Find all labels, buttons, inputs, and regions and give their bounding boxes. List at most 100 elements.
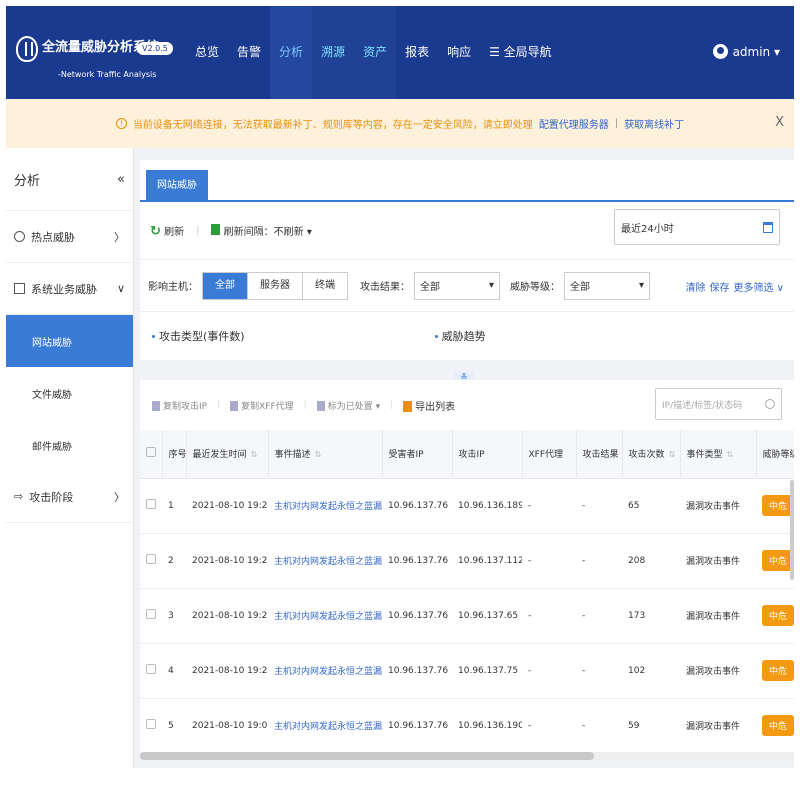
export-list-button[interactable]: 导出列表: [403, 398, 455, 413]
tab-bar: 网站威胁: [140, 160, 794, 202]
nav-reports[interactable]: 报表: [396, 6, 438, 99]
row-description-link[interactable]: 主机对内网发起永恒之蓝漏洞利...: [268, 478, 382, 534]
row-checkbox[interactable]: [140, 533, 162, 589]
copy-attack-ip-button[interactable]: 复制攻击IP: [152, 399, 207, 412]
nav-trace[interactable]: 溯源: [312, 6, 355, 99]
threat-level-badge: 中危: [762, 660, 794, 681]
edit-icon: [316, 400, 325, 411]
row-level: 中危: [756, 533, 794, 589]
search-icon: [765, 399, 775, 409]
row-time: 2021-08-10 19:26:43: [186, 478, 268, 534]
result-filter-label: 攻击结果：: [360, 282, 410, 293]
sidebar-sub-mail-threats[interactable]: 邮件威胁: [6, 419, 133, 471]
target-icon: [14, 231, 25, 242]
configure-proxy-link[interactable]: 配置代理服务器: [539, 116, 609, 131]
host-option-terminal[interactable]: 终端: [303, 273, 347, 299]
search-input[interactable]: IP/描述/标签/状态码: [655, 388, 782, 420]
row-checkbox[interactable]: [140, 478, 162, 534]
offline-patch-link[interactable]: 获取离线补丁: [624, 116, 684, 131]
host-option-server[interactable]: 服务器: [248, 272, 303, 299]
row-checkbox[interactable]: [140, 643, 162, 699]
mark-handled-dropdown[interactable]: 标为已处置 ▾: [316, 399, 380, 412]
nav-assets[interactable]: 资产: [354, 6, 397, 99]
sort-icon: ⇅: [314, 450, 322, 460]
caret-down-icon: ▾: [638, 280, 644, 291]
sidebar-item-hot-threats[interactable]: 热点威胁 〉: [6, 211, 133, 263]
table-row[interactable]: 12021-08-10 19:26:43主机对内网发起永恒之蓝漏洞利...10.…: [140, 478, 794, 534]
copy-xff-button[interactable]: 复制XFF代理: [230, 399, 294, 412]
column-header: 威胁等级: [756, 430, 794, 479]
level-filter-label: 威胁等级：: [510, 282, 560, 293]
column-header-count[interactable]: 攻击次数 ⇅: [622, 430, 681, 479]
action-toolbar: 复制攻击IP | 复制XFF代理 | 标为已处置 ▾ | 导出列表 IP/描述/…: [140, 380, 794, 430]
nav-global[interactable]: ☰ 全局导航: [480, 6, 561, 99]
row-description-link[interactable]: 主机对内网发起永恒之蓝漏洞利...: [268, 588, 382, 644]
refresh-interval-dropdown[interactable]: 刷新间隔：不刷新 ▾: [211, 223, 312, 238]
column-header-desc[interactable]: 事件描述 ⇅: [268, 430, 383, 479]
refresh-button[interactable]: ↻ 刷新: [150, 223, 184, 239]
row-count: 173: [622, 588, 680, 644]
row-description-link[interactable]: 主机对内网发起永恒之蓝漏洞利...: [268, 698, 382, 752]
row-checkbox[interactable]: [140, 588, 162, 644]
sidebar-sub-web-threats[interactable]: 网站威胁: [6, 315, 133, 367]
refresh-toolbar: ↻ 刷新 | 刷新间隔：不刷新 ▾ 最近24小时: [140, 202, 794, 260]
row-count: 65: [622, 478, 680, 534]
result-filter-select[interactable]: 全部 ▾: [414, 271, 500, 300]
more-filters-link[interactable]: 更多筛选 ∨: [734, 279, 785, 294]
sidebar-sub-file-threats[interactable]: 文件威胁: [6, 367, 133, 419]
date-range-value: 最近24小时: [621, 223, 674, 235]
nav-response[interactable]: 响应: [438, 6, 480, 99]
copy-icon: [230, 400, 239, 411]
threat-trend-section: 威胁趋势: [435, 328, 486, 344]
row-attacker-ip: 10.96.137.112: [452, 533, 522, 589]
sidebar-item-business-threats[interactable]: 系统业务威胁 ∨: [6, 263, 133, 315]
nav-alerts[interactable]: 告警: [228, 6, 270, 99]
alert-message: 当前设备无网络连接，无法获取最新补丁、规则库等内容，存在一定安全风险，请立即处理: [132, 120, 533, 131]
vertical-scrollbar[interactable]: [790, 480, 794, 580]
sort-icon: ⇅: [726, 450, 734, 460]
row-time: 2021-08-10 19:25:35: [186, 588, 268, 644]
host-option-all[interactable]: 全部: [203, 272, 248, 299]
app-subtitle: -Network Traffic Analysis: [58, 70, 157, 79]
user-menu[interactable]: admin ▾: [712, 44, 780, 59]
row-time: 2021-08-10 19:25:22: [186, 643, 268, 699]
row-attacker-ip: 10.96.137.65: [452, 588, 522, 644]
row-type: 漏洞攻击事件: [680, 698, 756, 752]
row-description-link[interactable]: 主机对内网发起永恒之蓝漏洞利...: [268, 533, 382, 589]
column-header-type[interactable]: 事件类型 ⇅: [680, 430, 757, 479]
select-all-checkbox[interactable]: [140, 430, 163, 479]
nav-analysis[interactable]: 分析: [270, 6, 313, 99]
row-type: 漏洞攻击事件: [680, 588, 756, 644]
folder-icon: [14, 283, 25, 294]
row-victim-ip: 10.96.137.76: [382, 478, 452, 534]
clear-filter-link[interactable]: 清除: [686, 279, 706, 294]
collapse-icon[interactable]: «: [117, 172, 125, 187]
tab-web-threats[interactable]: 网站威胁: [146, 170, 208, 202]
sidebar-item-attack-stage[interactable]: ⇨ 攻击阶段 〉: [6, 471, 133, 523]
close-icon[interactable]: X: [775, 115, 784, 130]
row-description-link[interactable]: 主机对内网发起永恒之蓝漏洞利...: [268, 643, 382, 699]
threat-level-badge: 中危: [762, 605, 794, 626]
horizontal-scrollbar[interactable]: [140, 752, 794, 760]
save-filter-link[interactable]: 保存: [710, 279, 730, 294]
row-count: 102: [622, 643, 680, 699]
table-row[interactable]: 32021-08-10 19:25:35主机对内网发起永恒之蓝漏洞利...10.…: [140, 588, 794, 644]
date-range-picker[interactable]: 最近24小时: [614, 209, 780, 245]
table-row[interactable]: 42021-08-10 19:25:22主机对内网发起永恒之蓝漏洞利...10.…: [140, 643, 794, 699]
version-badge: V2.0.5: [137, 42, 173, 55]
toolbar-separator: |: [390, 400, 394, 410]
search-placeholder: IP/描述/标签/状态码: [662, 400, 743, 411]
row-level: 中危: [756, 478, 794, 534]
table-row[interactable]: 22021-08-10 19:26:18主机对内网发起永恒之蓝漏洞利...10.…: [140, 533, 794, 589]
column-header: 攻击IP: [452, 430, 523, 479]
sort-icon: ⇅: [250, 450, 258, 460]
table-row[interactable]: 52021-08-10 19:06:38主机对内网发起永恒之蓝漏洞利...10.…: [140, 698, 794, 752]
scrollbar-thumb[interactable]: [140, 752, 594, 760]
row-checkbox[interactable]: [140, 698, 162, 752]
toolbar-separator: |: [303, 400, 307, 410]
interval-icon: [211, 224, 221, 235]
column-header-time[interactable]: 最近发生时间 ⇅: [186, 430, 269, 479]
level-filter-select[interactable]: 全部 ▾: [564, 271, 650, 300]
user-name: admin ▾: [732, 44, 780, 59]
nav-overview[interactable]: 总览: [186, 6, 228, 99]
